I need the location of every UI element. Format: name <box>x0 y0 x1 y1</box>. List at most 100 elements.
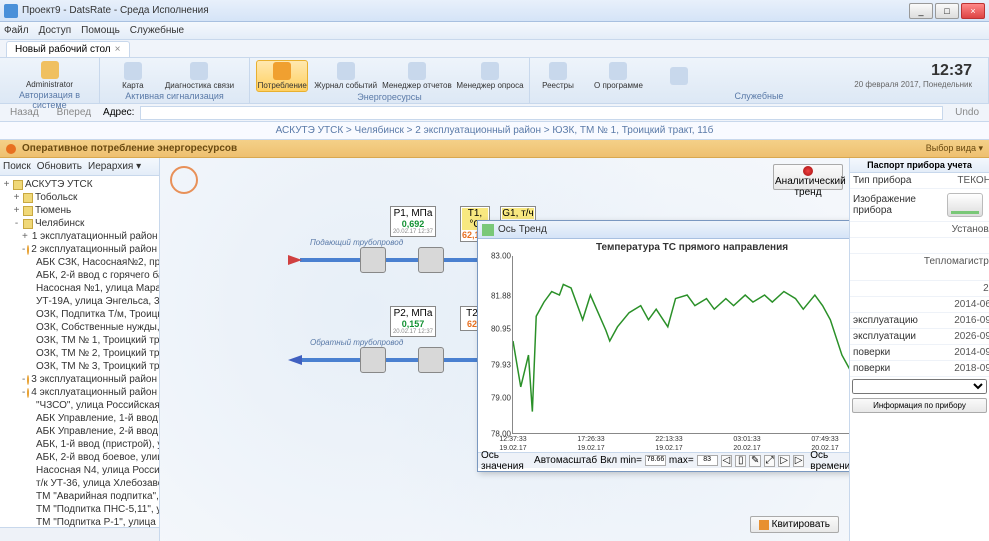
page-title: Оперативное потребление энергоресурсов <box>22 143 920 154</box>
nav-undo[interactable]: Undo <box>949 106 985 119</box>
settings-button[interactable] <box>657 66 701 86</box>
tree-node[interactable]: ОЗК, ТМ № 1, Троицкий тра <box>2 334 157 347</box>
tool-next[interactable]: ▷ <box>793 455 804 467</box>
chart-title: Температура ТС прямого направления <box>478 239 849 256</box>
diag-icon <box>190 62 208 80</box>
tree-node[interactable]: АБК Управление, 1-й ввод <box>2 412 157 425</box>
tree-node[interactable]: ТМ "Аварийная подпитка", у <box>2 490 157 503</box>
menu-help[interactable]: Помощь <box>81 25 120 36</box>
nav-fwd[interactable]: Вперед <box>51 106 97 119</box>
tab-bar: Новый рабочий стол × <box>0 40 989 58</box>
return-pipe <box>300 358 480 362</box>
tree-node[interactable]: ОЗК, ТМ № 3, Троицкий тра <box>2 360 157 373</box>
address-input[interactable] <box>140 106 943 120</box>
tree-node[interactable]: "ЧЗСО", улица Российская <box>2 399 157 412</box>
chart-plot[interactable]: 78.0079.0079.9380.9581.8883.0012:37:3319… <box>512 256 849 434</box>
gauge-g1[interactable]: G1, т/ч <box>500 206 536 221</box>
tree-node[interactable]: ТМ "Подпитка Р-1", улица Р <box>2 516 157 527</box>
hierarchy-select[interactable]: Иерархия ▾ <box>88 161 141 172</box>
maximize-button[interactable]: □ <box>935 3 959 19</box>
tool-3[interactable]: ⤢ <box>764 455 775 467</box>
sidebar: Поиск Обновить Иерархия ▾ +АСКУТЭ УТСК+Т… <box>0 158 160 541</box>
breadcrumb[interactable]: АСКУТЭ УТСК > Челябинск > 2 эксплуатацио… <box>0 122 989 140</box>
registry-button[interactable]: Реестры <box>536 61 580 91</box>
h-scrollbar[interactable] <box>0 527 159 541</box>
tree-node[interactable]: ОЗК, Подпитка Т/м, Троицк <box>2 308 157 321</box>
trend-window-icon <box>482 224 494 236</box>
title-bar: Проект9 - DatsRate - Среда Исполнения _ … <box>0 0 989 22</box>
app-icon <box>4 4 18 18</box>
passport-select[interactable] <box>852 379 987 394</box>
pump-2[interactable] <box>418 347 444 373</box>
reports-button[interactable]: Менеджер отчетов <box>383 61 451 91</box>
gauge-p2[interactable]: P2, МПа0,15720.02.17 12:37 <box>390 306 436 337</box>
refresh-button[interactable]: Обновить <box>37 161 82 172</box>
tree-node[interactable]: АБК, 2-й ввод с горячего ба <box>2 269 157 282</box>
tree-node[interactable]: Насосная №1, улица Марат <box>2 282 157 295</box>
analytic-trend-button[interactable]: Аналитический тренд <box>773 164 843 190</box>
min-input[interactable]: 78.66 <box>645 455 666 466</box>
passport-table: Тип прибораТЕКОН-19Изображение прибораУс… <box>850 173 989 377</box>
tree-node[interactable]: +Тюмень <box>2 204 157 217</box>
tree-node[interactable]: ТМ "Подпитка ПНС-5,11", ул <box>2 503 157 516</box>
window-title: Проект9 - DatsRate - Среда Исполнения <box>22 5 909 16</box>
tree-node[interactable]: АБК Управление, 2-й ввод <box>2 425 157 438</box>
tool-1[interactable]: ▯ <box>735 455 746 467</box>
diag-button[interactable]: Диагностика связи <box>161 61 238 91</box>
view-select[interactable]: Выбор вида ▾ <box>926 143 983 154</box>
clock: 12:37 20 февраля 2017, Понедельник <box>844 60 982 91</box>
tree-node[interactable]: т/к УТ-36, улица Хлебозаво <box>2 477 157 490</box>
sub-header: Оперативное потребление энергоресурсов В… <box>0 140 989 158</box>
tree-node[interactable]: ОЗК, Собственные нужды, Т <box>2 321 157 334</box>
tree-node[interactable]: -Челябинск <box>2 217 157 230</box>
valve-2[interactable] <box>360 347 386 373</box>
menu-service[interactable]: Служебные <box>130 25 184 36</box>
tree-view[interactable]: +АСКУТЭ УТСК+Тобольск+Тюмень-Челябинск+1… <box>0 176 159 527</box>
tab-desktop[interactable]: Новый рабочий стол × <box>6 41 130 57</box>
tree-node[interactable]: ОЗК, ТМ № 2, Троицкий тра <box>2 347 157 360</box>
tool-2[interactable]: ✎ <box>749 455 760 467</box>
registry-icon <box>549 62 567 80</box>
nav-bar: Назад Вперед Адрес: Undo <box>0 104 989 122</box>
tree-node[interactable]: -4 эксплуатационный район <box>2 386 157 399</box>
search-label[interactable]: Поиск <box>3 161 31 172</box>
tree-node[interactable]: АБК, 1-й ввод (пристрой), ул <box>2 438 157 451</box>
tree-node[interactable]: -3 эксплуатационный район <box>2 373 157 386</box>
max-input[interactable]: 83 <box>697 455 718 466</box>
device-image <box>947 193 983 217</box>
journal-button[interactable]: Журнал событий <box>314 61 376 91</box>
passport-header: Паспорт прибора учета <box>850 158 989 173</box>
menu-access[interactable]: Доступ <box>39 25 72 36</box>
tab-close-icon[interactable]: × <box>115 44 121 55</box>
report-icon <box>408 62 426 80</box>
tree-node[interactable]: +АСКУТЭ УТСК <box>2 178 157 191</box>
map-button[interactable]: Карта <box>111 61 155 91</box>
tree-node[interactable]: АБК, 2-й ввод боевое, улиц <box>2 451 157 464</box>
valve-1[interactable] <box>360 247 386 273</box>
poll-button[interactable]: Менеджер опроса <box>457 61 523 91</box>
tool-play[interactable]: ▷ <box>778 455 789 467</box>
about-button[interactable]: О программе <box>590 61 647 91</box>
tool-prev[interactable]: ◁ <box>721 455 732 467</box>
ribbon: Administrator Авторизация в системе Карт… <box>0 58 989 104</box>
consumption-button[interactable]: Потребление <box>256 60 308 92</box>
minimize-button[interactable]: _ <box>909 3 933 19</box>
gauge-p1[interactable]: P1, МПа0,69220.02.17 12:37 <box>390 206 436 237</box>
tree-node[interactable]: -2 эксплуатационный район <box>2 243 157 256</box>
menu-file[interactable]: Файл <box>4 25 29 36</box>
tree-node[interactable]: Насосная N4, улица Россий <box>2 464 157 477</box>
device-info-button[interactable]: Информация по прибору <box>852 398 987 413</box>
chart-icon <box>273 62 291 80</box>
pump-1[interactable] <box>418 247 444 273</box>
tree-node[interactable]: УТ-19А, улица Энгельса, 3 <box>2 295 157 308</box>
tree-node[interactable]: +Тобольск <box>2 191 157 204</box>
tree-node[interactable]: +1 эксплуатационный район <box>2 230 157 243</box>
close-button[interactable]: × <box>961 3 985 19</box>
menu-bar: Файл Доступ Помощь Служебные <box>0 22 989 40</box>
top-pipe-label: Подающий трубопровод <box>310 238 403 247</box>
kvit-button[interactable]: Квитировать <box>750 516 839 533</box>
tree-node[interactable]: АБК СЗК, Насосная№2, про <box>2 256 157 269</box>
admin-button[interactable]: Administrator <box>22 60 77 90</box>
tab-label: Новый рабочий стол <box>15 44 111 55</box>
nav-back[interactable]: Назад <box>4 106 45 119</box>
